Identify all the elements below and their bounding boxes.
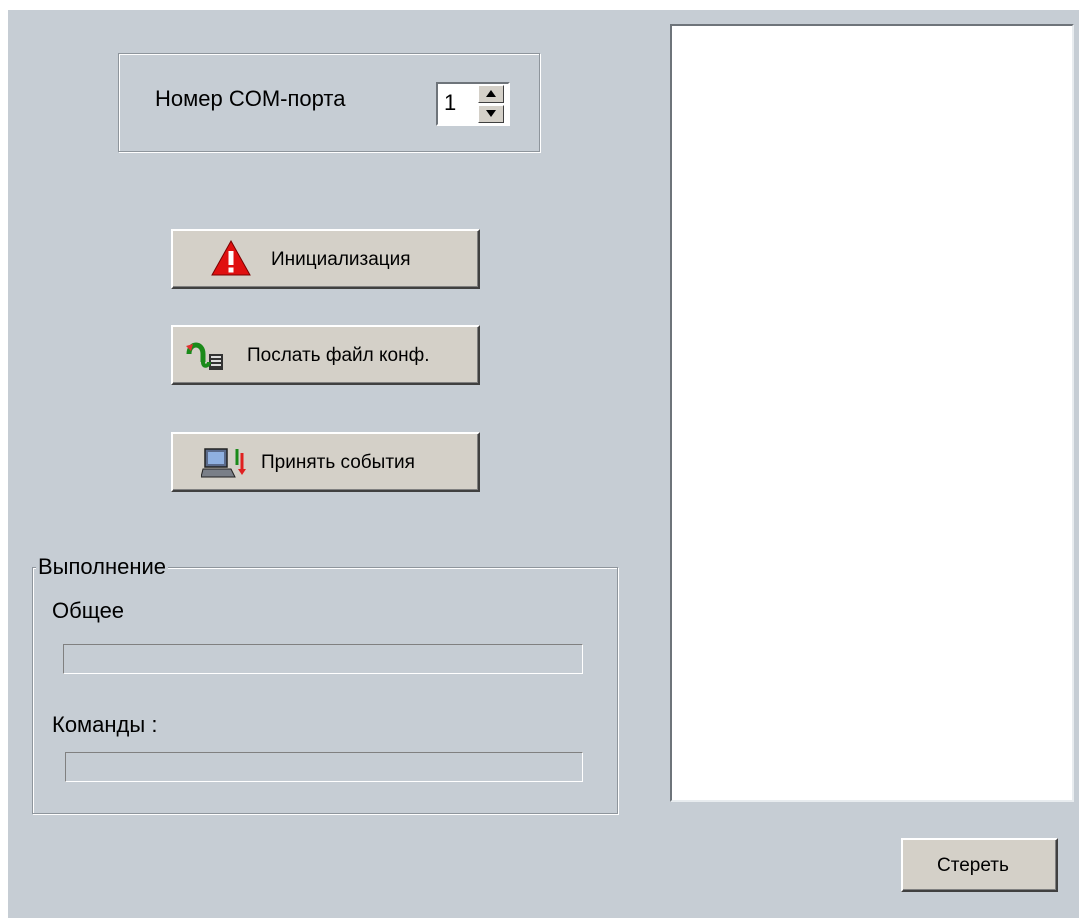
clear-button-label: Стереть bbox=[937, 855, 1009, 876]
init-button-label: Инициализация bbox=[271, 249, 411, 270]
com-port-spinner bbox=[476, 82, 510, 126]
progress-group-title: Выполнение bbox=[36, 554, 169, 580]
com-port-input[interactable]: 1 bbox=[436, 82, 476, 126]
clear-button[interactable]: Стереть bbox=[901, 838, 1058, 892]
log-list[interactable] bbox=[670, 24, 1074, 802]
overall-progress-label: Общее bbox=[52, 598, 125, 623]
receive-events-button[interactable]: Принять события bbox=[171, 432, 480, 492]
com-port-label: Номер COM-порта bbox=[155, 86, 346, 111]
spin-down-button[interactable] bbox=[478, 105, 504, 123]
send-file-icon bbox=[183, 334, 229, 380]
send-config-button-label: Послать файл конф. bbox=[247, 345, 430, 366]
arrow-up-icon bbox=[486, 90, 496, 97]
receive-events-icon bbox=[200, 443, 247, 489]
warning-triangle-icon bbox=[211, 239, 251, 282]
receive-events-button-label: Принять события bbox=[261, 452, 415, 473]
init-button[interactable]: Инициализация bbox=[171, 229, 480, 289]
commands-progress-bar bbox=[65, 752, 583, 782]
arrow-down-icon bbox=[486, 110, 496, 117]
send-config-button[interactable]: Послать файл конф. bbox=[171, 325, 480, 385]
overall-progress-bar bbox=[63, 644, 583, 674]
spin-up-button[interactable] bbox=[478, 85, 504, 103]
commands-progress-label: Команды : bbox=[52, 712, 158, 737]
main-dialog: Номер COM-порта 1 Инициализация Послать … bbox=[8, 10, 1079, 918]
